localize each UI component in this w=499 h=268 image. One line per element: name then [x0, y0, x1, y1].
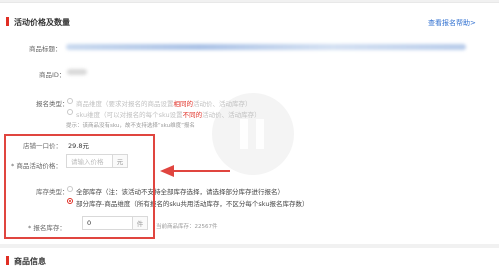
section-title-product-info: 商品信息 — [14, 257, 46, 266]
product-info-section: 商品信息 — [0, 248, 499, 268]
activity-price-panel: 活动价格及数量 查看报名帮助> 商品标题： 商品ID： 报名类型： 商品维度（要… — [0, 2, 499, 244]
signup-type-product-option: 商品维度（要求对报名的商品设置相同的活动价、活动库存） — [76, 100, 252, 108]
section-title-price-quantity: 活动价格及数量 — [14, 18, 70, 27]
signup-help-link[interactable]: 查看报名帮助> — [428, 18, 476, 28]
signup-type-sku-option: sku维度（可以对报名的每个sku设置不同的活动价、活动库存） — [76, 111, 261, 119]
current-stock-text: 当前商品库存：22567件 — [156, 224, 218, 230]
signup-type-label: 报名类型： — [36, 100, 69, 108]
signup-type-hint: 提示：该商品没有sku，故不支持选择“sku维度”报名 — [66, 123, 195, 129]
section-accent-bar — [6, 17, 9, 26]
product-title-label: 商品标题： — [29, 45, 62, 53]
section2-accent-bar — [6, 256, 9, 265]
signup-type-sku-radio[interactable] — [67, 109, 73, 115]
annotation-arrow-icon — [160, 165, 230, 177]
product-id-label: 商品ID： — [39, 71, 66, 79]
highlight-box — [4, 134, 155, 239]
product-id-value-blurred — [67, 69, 87, 75]
signup-type-product-radio[interactable] — [67, 98, 73, 104]
product-title-value-blurred — [66, 44, 466, 50]
